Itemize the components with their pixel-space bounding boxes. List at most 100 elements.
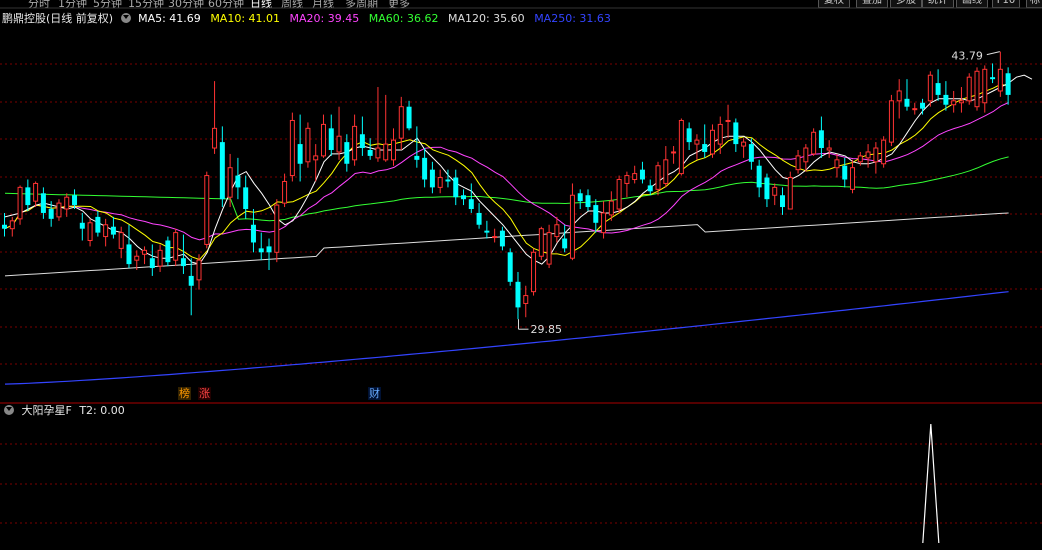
up-candle [173,228,179,267]
candle-body [429,169,435,188]
candle-body [818,130,824,149]
candle-body [694,139,700,145]
up-candle [305,122,311,168]
down-candle [95,210,101,237]
indicator-title[interactable]: 大阳孕星F [22,404,72,417]
candle-body [601,212,607,234]
up-candle [212,81,218,154]
up-candle [881,136,887,168]
candle-body [741,141,747,147]
candle-body [2,224,7,229]
finance-badge[interactable]: 财 [368,387,381,400]
up-candle [850,159,856,194]
candle-body [912,108,918,111]
candle-body [709,129,715,155]
ma10-label: MA10: 41.01 [210,12,281,25]
candle-body [881,139,887,165]
candle-body [9,220,15,230]
candle-body [219,142,225,200]
down-candle [250,209,256,253]
up-candle [17,185,23,225]
candle-body [966,76,972,102]
kline-chart[interactable]: 43.79 29.85 [0,0,1042,550]
up-candle [951,90,957,113]
up-candle [289,112,295,182]
candle-body [499,230,505,247]
candle-body [523,295,529,304]
down-candle [453,169,459,206]
up-candle [974,67,980,111]
candle-body [188,275,194,286]
candle-body [647,185,653,192]
down-candle [702,124,708,158]
candle-body [725,119,731,122]
candle-body [787,177,793,210]
candle-body [772,186,778,196]
candle-body [780,195,785,208]
down-candle [149,244,155,276]
candle-body [686,128,692,143]
down-candle [461,189,467,206]
up-candle [313,144,319,182]
up-candle [391,128,396,166]
down-candle [180,234,186,274]
up-candle [87,218,93,247]
rank-badge[interactable]: 榜 [178,387,191,400]
down-candle [79,212,85,241]
up-candle [531,248,537,296]
candle-body [79,222,85,229]
candle-body [702,144,708,152]
up-candle [352,114,358,166]
limit-up-badge[interactable]: 涨 [198,387,211,400]
up-candle [966,73,972,105]
candle-body [920,102,926,109]
stock-title[interactable]: 鹏鼎控股(日线 前复权) [2,12,113,25]
candle-body [391,139,396,161]
candle-body [375,147,381,159]
down-candle [235,157,241,200]
candle-body [87,222,93,241]
candle-body [850,167,856,190]
down-candle [429,161,435,194]
candle-body [406,106,412,129]
up-candle [437,169,443,194]
candle-body [717,123,723,145]
candle-body [468,199,474,210]
candle-body [142,249,148,255]
up-candle [709,124,715,158]
candle-body [577,193,583,202]
down-candle [686,122,692,150]
up-candle [196,254,202,290]
candle-body [352,125,358,161]
up-candle [772,183,778,206]
candle-body [639,169,645,180]
candle-body [608,200,614,216]
ma60-label: MA60: 36.62 [368,12,439,25]
candle-body [48,209,54,219]
down-candle [943,81,949,111]
down-candle [297,114,303,182]
candle-body [811,131,817,155]
ma20-label: MA20: 39.45 [289,12,360,25]
candle-body [803,147,809,163]
candle-body [554,224,560,238]
dropdown-circle-icon[interactable] [4,405,14,415]
candle-body [328,128,334,150]
up-candle [103,218,109,247]
indicator-value: T2: 0.00 [79,404,125,417]
candle-body [40,193,46,213]
down-candle [266,238,272,271]
up-candle [492,228,498,243]
candle-body [943,94,949,105]
down-candle [733,118,739,152]
candle-body [834,159,840,169]
candle-body [274,204,280,253]
candle-body [336,135,342,153]
candle-body [1005,73,1011,95]
down-candle [367,138,373,160]
candle-body [305,127,311,163]
candle-body [990,77,996,80]
dropdown-circle-icon[interactable] [120,13,131,23]
candle-body [165,240,171,263]
candle-body [204,175,210,245]
